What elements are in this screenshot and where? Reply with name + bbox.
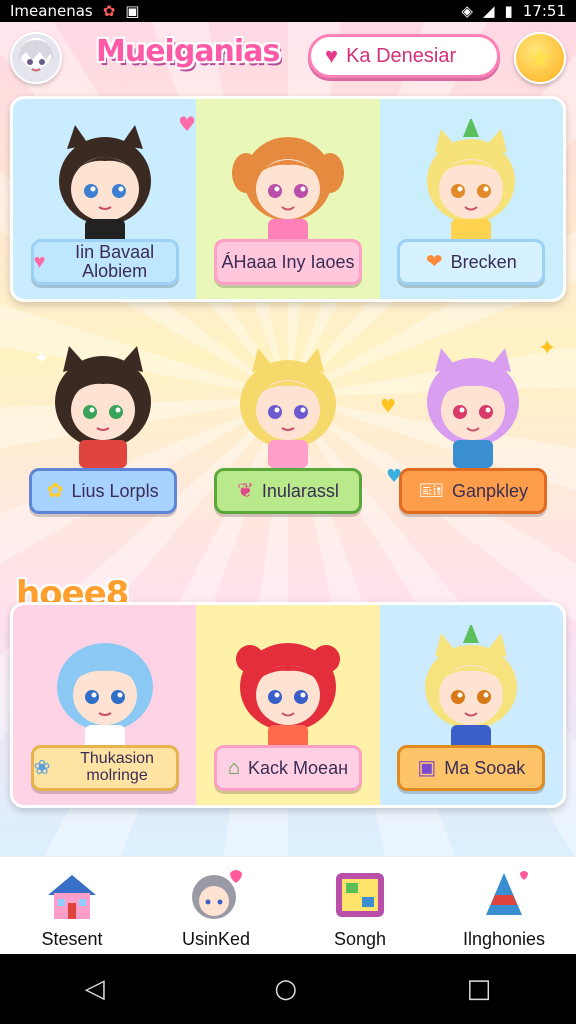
game-board-icon xyxy=(330,867,390,923)
character-row-3: ❀ Thukasion molringe ⌂ Kack Moeaн ▣ Ma S… xyxy=(10,602,566,808)
character-portrait xyxy=(427,348,520,468)
character-portrait xyxy=(239,348,336,468)
home-icon[interactable]: ○ xyxy=(274,974,297,1004)
character-portrait xyxy=(54,346,151,468)
character-label-button[interactable]: ❦ Inularassl xyxy=(213,468,362,514)
pets-icon: ❀ xyxy=(33,756,51,779)
party-hat-icon xyxy=(474,867,534,923)
avatar-face-icon xyxy=(18,40,54,72)
character-label-button[interactable]: ✿ Lius Lorpls xyxy=(28,468,177,514)
house-icon xyxy=(42,867,102,923)
character-portrait xyxy=(58,125,151,247)
ticket-icon: 🎫︎ xyxy=(418,479,444,502)
character-row-1: ♥ Iin Bavaal Alobiem ÁHaaa Iny Iaoes ❤ B… xyxy=(10,96,566,302)
header: Mueiganias ♥ Ka Denesiar ★ xyxy=(0,28,576,88)
profile-avatar[interactable] xyxy=(10,32,62,84)
status-bar: Imeanenas ✿ ▣ ◈ ◢ ▮ 17:51 xyxy=(0,0,576,22)
character-card[interactable]: ❀ Thukasion molringe xyxy=(13,605,197,805)
gift-icon: ▣ xyxy=(417,756,437,779)
character-card[interactable]: ⌂ Kack Moeaн xyxy=(196,605,380,805)
avatar-icon xyxy=(186,867,246,923)
character-card[interactable]: ÁHaaa Iny Iaoes xyxy=(196,99,380,299)
sprout-icon: ❦ xyxy=(237,479,254,502)
nav-item-party[interactable]: Ilnghonies xyxy=(432,857,576,955)
character-label-button[interactable]: ÁHaaa Iny Iaoes xyxy=(213,239,362,285)
notification-icon: ✿ xyxy=(102,2,116,20)
character-label-button[interactable]: ❤ Brecken xyxy=(397,239,546,285)
star-icon[interactable]: ★ xyxy=(514,32,566,84)
app-title: Mueiganias xyxy=(96,34,280,69)
character-label-button[interactable]: ▣ Ma Sooak xyxy=(397,745,546,791)
character-card[interactable]: ✿ Lius Lorpls xyxy=(10,330,195,536)
character-label-button[interactable]: ⌂ Kack Moeaн xyxy=(213,745,362,791)
rainbow-heart-icon: ❤ xyxy=(425,250,443,273)
status-time: 17:51 xyxy=(522,2,566,20)
nav-item-home[interactable]: Stesent xyxy=(0,857,144,955)
heart-icon: ♥ xyxy=(325,43,339,68)
house-icon: ⌂ xyxy=(227,756,241,779)
character-card[interactable]: 🎫︎ Ganpkley xyxy=(381,330,566,536)
status-app-label: Imeanenas xyxy=(10,2,93,20)
character-label-button[interactable]: ♥ Iin Bavaal Alobiem xyxy=(30,239,179,285)
character-card[interactable]: ▣ Ma Sooak xyxy=(379,605,563,805)
character-card[interactable]: ♥ Iin Bavaal Alobiem xyxy=(13,99,197,299)
character-portrait xyxy=(425,625,518,753)
bottom-nav: Stesent UsinKed Songh Ilnghonies xyxy=(0,856,576,955)
character-portrait xyxy=(235,643,340,753)
character-label-button[interactable]: 🎫︎ Ganpkley xyxy=(399,468,548,514)
character-portrait xyxy=(231,137,344,247)
heart-icon: ♥ xyxy=(33,250,46,273)
character-label-button[interactable]: ❀ Thukasion molringe xyxy=(30,745,179,791)
download-icon: ▣ xyxy=(125,2,140,20)
nav-item-games[interactable]: Songh xyxy=(288,857,432,955)
character-portrait xyxy=(56,643,153,753)
header-action-label: Ka Denesiar xyxy=(346,44,457,67)
signal-icon: ◢ xyxy=(482,2,495,20)
header-action-button[interactable]: ♥ Ka Denesiar xyxy=(308,34,500,78)
battery-icon: ▮ xyxy=(504,2,513,20)
character-card[interactable]: ❤ Brecken xyxy=(379,99,563,299)
location-icon: ◈ xyxy=(461,2,473,20)
nav-item-profile[interactable]: UsinKed xyxy=(144,857,288,955)
flower-icon: ✿ xyxy=(46,479,64,502)
character-card[interactable]: ❦ Inularassl xyxy=(195,330,380,536)
character-portrait xyxy=(427,119,516,247)
back-icon[interactable]: ◁ xyxy=(85,974,105,1004)
system-nav-bar: ◁ ○ □ xyxy=(0,954,576,1024)
recents-icon[interactable]: □ xyxy=(467,974,492,1004)
character-row-2: ✿ Lius Lorpls ❦ Inularassl 🎫︎ Ganpkley xyxy=(10,330,566,536)
